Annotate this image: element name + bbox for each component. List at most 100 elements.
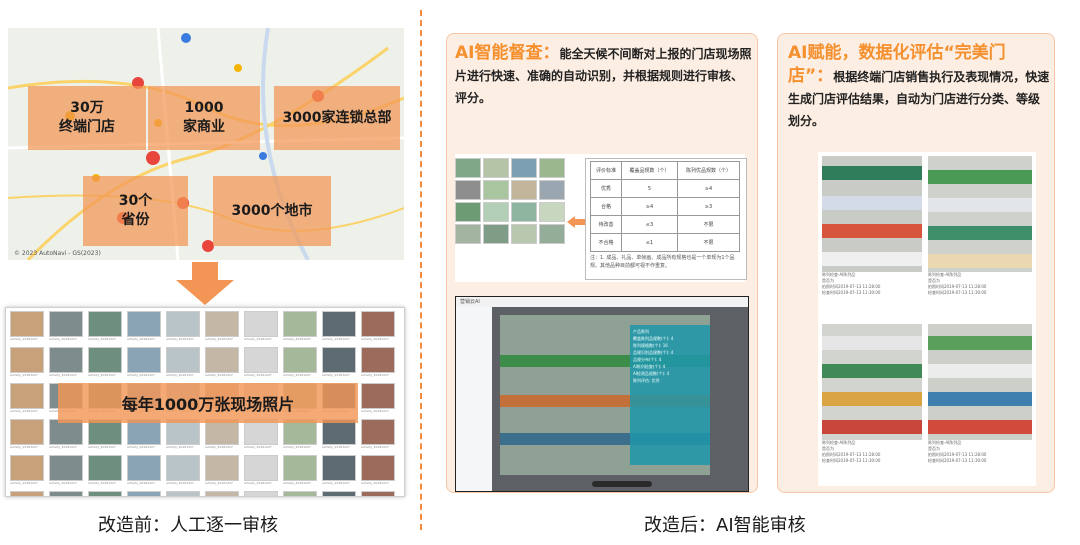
- thumbnail-image: [205, 347, 239, 373]
- evaluation-photo: 陈列检查-AI陈列品 是否为 拍照时间2019-07-13 11:28:00 检查时间…: [928, 324, 1032, 464]
- photo-thumbnail: activity_20181227: [361, 419, 395, 449]
- ai-evaluation-card: AI赋能，数据化评估“完美门店”：根据终端门店销售执行及表现情况，快速生成门店评…: [777, 33, 1055, 493]
- photo-thumbnail: activity_20181227: [49, 419, 83, 449]
- photo-thumbnail: activity_20181227: [127, 311, 161, 341]
- thumbnail-caption: activity_20181227: [49, 373, 77, 377]
- thumbnail-image: [10, 383, 44, 409]
- photo-thumbnail: activity_20181227: [166, 311, 200, 341]
- photo-thumbnail: activity_20181227: [49, 347, 83, 377]
- photo-label: 陈列检查-AI陈列品 是否为 拍照时间2019-07-13 11:28:00 检查时间…: [822, 272, 881, 295]
- thumbnail-caption: activity_20181227: [244, 337, 272, 341]
- thumbnail-caption: activity_20181227: [244, 373, 272, 377]
- thumbnail-image: [49, 311, 83, 337]
- thumbnail-image: [205, 455, 239, 481]
- ai-result-item: 陈列评估: 优秀: [633, 378, 660, 383]
- table-cell: 合格: [589, 197, 623, 216]
- photo-thumbnail: activity_20181227: [361, 491, 395, 496]
- inspection-thumbs: [455, 158, 567, 244]
- thumbnail-image: [127, 491, 161, 496]
- photo-thumbnail: activity_20181227: [127, 491, 161, 496]
- criteria-panel: 评价标准 覆盖品规数（个） 陈列优品规数（个） 优秀 5 ≥4 合格 ≥4 ≥3 待改善 ≤3…: [455, 154, 747, 282]
- ai-recognition-screenshot: 营销云AI 产品陈列 覆盖陈列品规数(个): 4 陈列规格数(个): 16 品规…: [455, 296, 749, 492]
- photo-thumbnail: activity_20181227: [49, 491, 83, 496]
- photo-thumbnail: activity_20181227: [10, 419, 44, 449]
- photo-thumbnail: activity_20181227: [166, 347, 200, 377]
- thumbnail-caption: activity_20181227: [127, 373, 155, 377]
- left-arrow-icon: [567, 216, 587, 228]
- photos-banner: 每年1000万张现场照片: [58, 383, 358, 423]
- photo-thumbnail: activity_20181227: [244, 347, 278, 377]
- thumbnail-caption: activity_20181227: [361, 481, 389, 485]
- thumbnail-image: [205, 311, 239, 337]
- thumbnail-caption: activity_20181227: [88, 337, 116, 341]
- table-cell: 不限: [676, 215, 741, 234]
- table-cell: ≥4: [676, 179, 741, 198]
- thumbnail-caption: activity_20181227: [283, 373, 311, 377]
- thumbnail-caption: activity_20181227: [88, 445, 116, 449]
- thumbnail-image: [10, 347, 44, 373]
- photo-thumbnail: activity_20181227: [283, 419, 317, 449]
- thumbnail-image: [244, 347, 278, 373]
- thumbnail-image: [361, 383, 395, 409]
- photo-thumbnail: activity_20181227: [244, 419, 278, 449]
- table-cell: 不限: [676, 233, 741, 252]
- thumbnail-image: [361, 491, 395, 496]
- ai-panel-titlebar: 营销云AI: [456, 297, 748, 307]
- ai-inspection-title: AI智能督查：: [455, 43, 560, 63]
- photo-thumbnail: activity_20181227: [49, 455, 83, 485]
- thumbnail-caption: activity_20181227: [205, 337, 233, 341]
- after-caption: 改造后：AI智能审核: [644, 515, 806, 536]
- photo-thumbnail: activity_20181227: [244, 455, 278, 485]
- before-caption: 改造前：人工逐一审核: [98, 515, 278, 536]
- store-evaluation-photos: 陈列检查-AI陈列品 是否为 拍照时间2019-07-13 11:28:00 检查时间…: [818, 152, 1036, 486]
- thumbnail-image: [244, 311, 278, 337]
- thumbnail-caption: activity_20181227: [10, 445, 38, 449]
- thumbnail-image: [49, 491, 83, 496]
- photo-thumbnail: activity_20181227: [10, 491, 44, 496]
- thumbnail-image: [127, 347, 161, 373]
- table-cell: 评价标准: [589, 161, 623, 180]
- photo-thumbnail: activity_20181227: [322, 347, 356, 377]
- thumbnail-image: [205, 491, 239, 496]
- thumbnail-caption: activity_20181227: [127, 481, 155, 485]
- thumbnail-image: [166, 311, 200, 337]
- photo-thumbnail: activity_20181227: [127, 347, 161, 377]
- thumbnail-caption: activity_20181227: [166, 373, 194, 377]
- evaluation-photo: 陈列检查-AI陈列品 是否为 拍照时间2019-07-13 11:28:00 检查时间…: [822, 156, 922, 296]
- ai-result-item: AI陈列检查(个): 4: [633, 364, 666, 369]
- ai-panel-sidebar: [456, 307, 492, 491]
- thumbnail-caption: activity_20181227: [127, 337, 155, 341]
- photo-thumbnail: activity_20181227: [361, 383, 395, 413]
- thumbnail-image: [10, 419, 44, 445]
- photo-thumbnail: activity_20181227: [88, 311, 122, 341]
- ai-panel-viewer: 产品陈列 覆盖陈列品规数(个): 4 陈列规格数(个): 16 品规识别品规数(…: [492, 307, 748, 491]
- table-cell: ≤1: [621, 233, 678, 252]
- ai-inspection-card: AI智能督查：能全天候不间断对上报的门店现场照片进行快速、准确的自动识别，并根据…: [446, 33, 758, 493]
- photo-thumbnail: activity_20181227: [88, 491, 122, 496]
- photo-thumbnail: activity_20181227: [166, 491, 200, 496]
- thumbnail-caption: activity_20181227: [166, 445, 194, 449]
- photo-thumbnail: activity_20181227: [10, 383, 44, 413]
- viewer-pager[interactable]: [592, 481, 652, 487]
- thumbnail-caption: activity_20181227: [322, 445, 350, 449]
- thumbnail-caption: activity_20181227: [361, 337, 389, 341]
- photo-thumbnail: activity_20181227: [88, 347, 122, 377]
- thumbnail-image: [244, 455, 278, 481]
- thumbnail-caption: activity_20181227: [166, 337, 194, 341]
- photo-thumbnail: activity_20181227: [244, 491, 278, 496]
- thumbnail-image: [10, 455, 44, 481]
- thumbnail-image: [88, 311, 122, 337]
- photo-thumbnail: activity_20181227: [10, 347, 44, 377]
- thumbnail-caption: activity_20181227: [49, 445, 77, 449]
- thumbnail-caption: activity_20181227: [322, 373, 350, 377]
- map-box-provinces: 30个 省份: [83, 176, 188, 246]
- thumbnail-caption: activity_20181227: [205, 445, 233, 449]
- thumbnail-caption: activity_20181227: [10, 409, 38, 413]
- photo-thumbnail: activity_20181227: [244, 311, 278, 341]
- criteria-box: 评价标准 覆盖品规数（个） 陈列优品规数（个） 优秀 5 ≥4 合格 ≥4 ≥3 待改善 ≤3…: [585, 158, 747, 280]
- thumbnail-image: [322, 311, 356, 337]
- thumbnail-caption: activity_20181227: [49, 337, 77, 341]
- photo-thumbnail: activity_20181227: [127, 455, 161, 485]
- evaluation-photo: 陈列检查-AI陈列品 是否为 拍照时间2019-07-13 11:28:00 检查时间…: [928, 156, 1032, 296]
- photo-thumbnail: activity_20181227: [283, 455, 317, 485]
